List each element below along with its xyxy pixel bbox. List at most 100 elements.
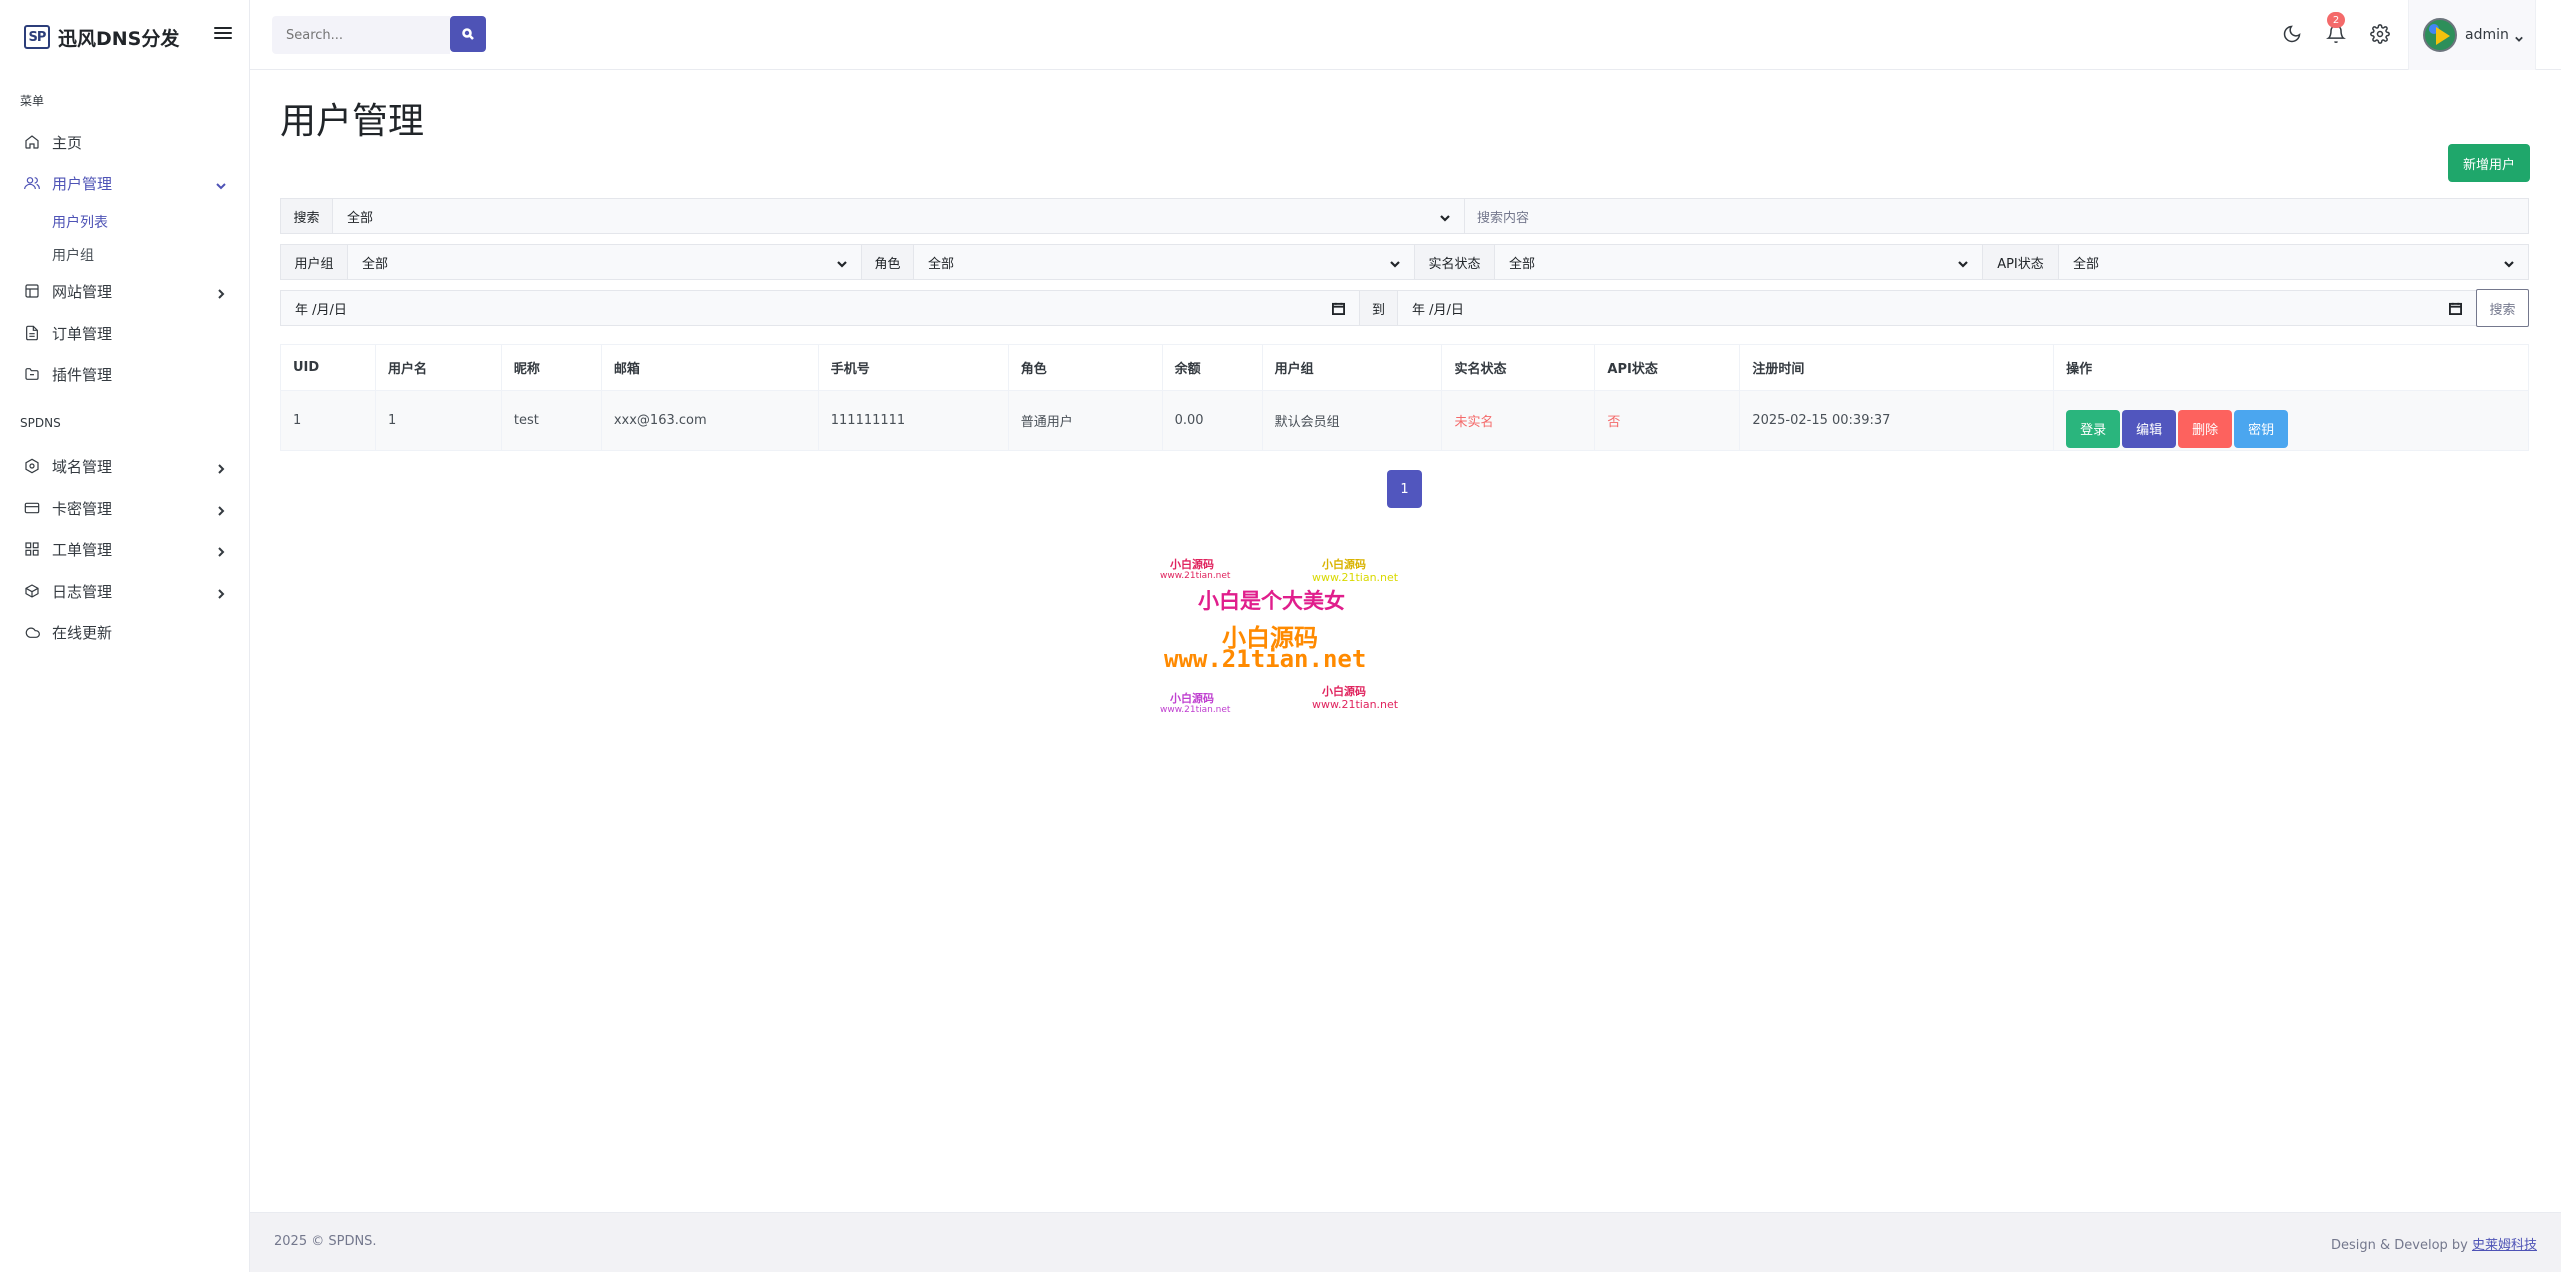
- hexagon-icon: [24, 458, 40, 474]
- col-header: UID: [280, 344, 376, 391]
- calendar-icon: [1332, 302, 1345, 315]
- col-header: 操作: [2053, 344, 2529, 391]
- login-button[interactable]: 登录: [2066, 409, 2121, 448]
- chevron-right-icon: [216, 585, 226, 599]
- col-header: 邮箱: [600, 344, 819, 391]
- watermark-small-text: 小白源码: [1170, 558, 1214, 571]
- footer-credit: Design & Develop by 史莱姆科技: [2331, 1234, 2537, 1253]
- footer-credit-prefix: Design & Develop by: [2330, 1238, 2472, 1253]
- sidebar-item-users[interactable]: 用户管理: [0, 163, 250, 203]
- table-row: 1 1 test xxx@163.com 111111111 普通用户 0.00…: [280, 390, 2529, 451]
- sidebar-item-label: 主页: [52, 133, 83, 152]
- col-header: 昵称: [500, 344, 602, 391]
- col-header: 实名状态: [1441, 344, 1596, 391]
- role-label: 角色: [861, 244, 913, 280]
- footer: 2025 © SPDNS. Design & Develop by 史莱姆科技: [250, 1212, 2561, 1272]
- watermark-small-text: 小白源码: [1170, 692, 1214, 705]
- chevron-down-icon: [837, 258, 847, 268]
- col-header: 用户名: [374, 344, 502, 391]
- sidebar-item-domains[interactable]: 域名管理: [0, 446, 250, 486]
- settings-button[interactable]: [2370, 24, 2390, 44]
- sidebar-item-orders[interactable]: 订单管理: [0, 313, 250, 353]
- cell-email: xxx@163.com: [600, 390, 819, 451]
- table-header-row: UID 用户名 昵称 邮箱 手机号 角色 余额 用户组 实名状态 API状态 注…: [280, 344, 2529, 391]
- date-from-input[interactable]: 年 /月/日: [280, 290, 1359, 326]
- search-icon: [462, 28, 474, 40]
- sidebar-item-label: 插件管理: [52, 365, 113, 384]
- sidebar-item-tickets[interactable]: 工单管理: [0, 529, 250, 569]
- group-label: 用户组: [280, 244, 347, 280]
- col-header: 角色: [1007, 344, 1163, 391]
- chevron-right-icon: [216, 543, 226, 557]
- select-value: 全部: [347, 210, 374, 226]
- chevron-down-icon: [1390, 258, 1400, 268]
- select-value: 全部: [362, 256, 389, 272]
- api-select[interactable]: 全部: [2058, 244, 2529, 280]
- sidebar-subitem-user-list[interactable]: 用户列表: [52, 212, 108, 232]
- sidebar-item-logs[interactable]: 日志管理: [0, 571, 250, 611]
- select-value: 全部: [928, 256, 955, 272]
- sidebar-item-label: 用户管理: [52, 174, 113, 193]
- sidebar-subitem-user-group[interactable]: 用户组: [52, 245, 94, 265]
- col-header: API状态: [1594, 344, 1741, 391]
- cell-api-status: 否: [1594, 390, 1741, 451]
- date-filter-row: 年 /月/日 到 年 /月/日 搜索: [280, 289, 2529, 327]
- search-content-input[interactable]: 搜索内容: [1464, 198, 2529, 234]
- secret-key-button[interactable]: 密钥: [2234, 409, 2289, 448]
- date-to-input[interactable]: 年 /月/日: [1397, 290, 2476, 326]
- watermark-main-text: 小白是个大美女: [1198, 589, 1345, 613]
- brand-name: 迅风DNS分发: [58, 27, 180, 50]
- pagination-page-1[interactable]: 1: [1387, 470, 1422, 508]
- menu-toggle-icon[interactable]: [214, 24, 232, 42]
- footer-credit-link[interactable]: 史莱姆科技: [2472, 1238, 2537, 1253]
- attribute-filter-row: 用户组 全部 角色 全部 实名状态 全部 API状态 全部: [280, 244, 2529, 280]
- search-field-select[interactable]: 全部: [332, 198, 1464, 234]
- watermark-small-url: www.21tian.net: [1312, 698, 1399, 711]
- sidebar-item-plugins[interactable]: 插件管理: [0, 354, 250, 394]
- cell-phone: 111111111: [817, 390, 1009, 451]
- sidebar-item-label: 工单管理: [52, 540, 113, 559]
- users-table: UID 用户名 昵称 邮箱 手机号 角色 余额 用户组 实名状态 API状态 注…: [280, 344, 2529, 451]
- date-value: 年 /月/日: [1412, 302, 1464, 318]
- col-header: 注册时间: [1739, 344, 2055, 391]
- delete-button[interactable]: 删除: [2178, 409, 2233, 448]
- folder-icon: [24, 366, 40, 382]
- select-value: 全部: [2073, 256, 2100, 272]
- moon-icon: [2283, 25, 2301, 43]
- api-label: API状态: [1982, 244, 2058, 280]
- cell-realname-status: 未实名: [1441, 390, 1596, 451]
- chevron-down-icon: [2515, 31, 2523, 42]
- brand[interactable]: SP 迅风DNS分发: [24, 24, 179, 50]
- layout-icon: [24, 283, 40, 299]
- sidebar-item-label: 在线更新: [52, 623, 113, 642]
- cell-username: 1: [374, 390, 502, 451]
- watermark-small-text: 小白源码: [1322, 685, 1366, 698]
- dark-mode-toggle[interactable]: [2282, 24, 2302, 44]
- search-submit-button[interactable]: 搜索: [2476, 289, 2529, 327]
- select-value: 全部: [1509, 256, 1536, 272]
- role-select[interactable]: 全部: [913, 244, 1414, 280]
- menu-heading: 菜单: [20, 94, 45, 108]
- avatar: [2423, 18, 2457, 52]
- edit-button[interactable]: 编辑: [2122, 409, 2177, 448]
- col-header: 余额: [1161, 344, 1263, 391]
- search-button[interactable]: [450, 16, 486, 52]
- cell-actions: 登录 编辑 删除 密钥: [2053, 390, 2529, 451]
- search-label: 搜索: [280, 198, 332, 234]
- user-menu[interactable]: admin: [2408, 0, 2536, 70]
- sidebar-item-sites[interactable]: 网站管理: [0, 271, 250, 311]
- sidebar-item-home[interactable]: 主页: [0, 122, 250, 162]
- calendar-icon: [2449, 302, 2462, 315]
- sidebar-item-cards[interactable]: 卡密管理: [0, 488, 250, 528]
- realname-select[interactable]: 全部: [1494, 244, 1982, 280]
- chevron-down-icon: [1440, 212, 1450, 222]
- search-filter-row: 搜索 全部 搜索内容: [280, 198, 2529, 234]
- cell-register-time: 2025-02-15 00:39:37: [1739, 390, 2055, 451]
- sidebar-item-update[interactable]: 在线更新: [0, 612, 250, 652]
- search-input[interactable]: [272, 16, 450, 54]
- cell-nickname: test: [500, 390, 602, 451]
- sidebar-item-label: 卡密管理: [52, 499, 113, 518]
- watermark-small-text: 小白源码: [1322, 558, 1366, 571]
- group-select[interactable]: 全部: [347, 244, 861, 280]
- add-user-button[interactable]: 新增用户: [2448, 144, 2530, 182]
